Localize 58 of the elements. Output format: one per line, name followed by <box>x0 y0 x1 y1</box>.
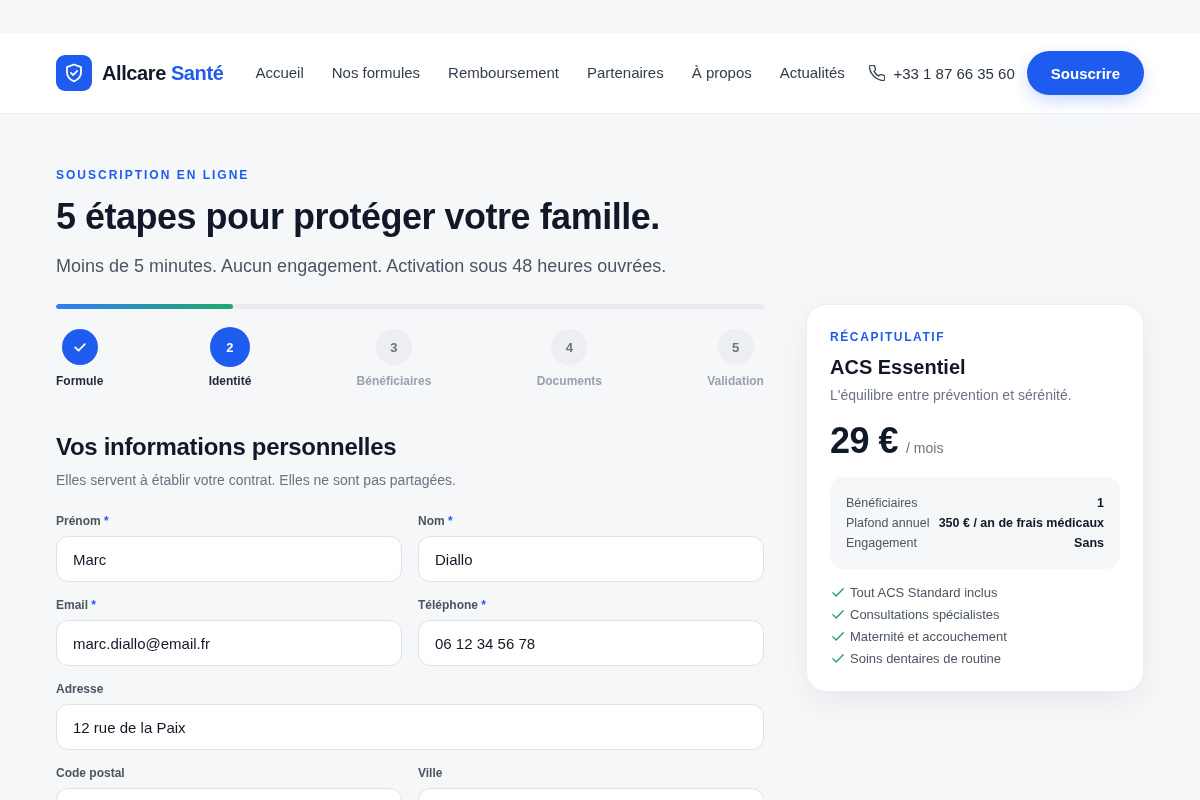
step-label: Identité <box>208 373 252 389</box>
step-label: Formule <box>56 373 104 389</box>
text-field[interactable]: Diallo <box>418 536 764 582</box>
detail-label: Bénéficiaires <box>846 495 918 512</box>
field-label: Nom * <box>418 513 453 529</box>
page-title: 5 étapes pour protéger votre famille. <box>56 195 660 239</box>
step-indicator[interactable]: 3 <box>375 329 412 365</box>
detail-value: Sans <box>1074 535 1104 552</box>
plan-name: ACS Essentiel <box>830 355 966 380</box>
subscribe-button[interactable]: Souscrire <box>1026 51 1144 95</box>
detail-value: 1 <box>1097 495 1104 512</box>
field-label: Code postal <box>56 765 125 781</box>
step-label: Bénéficiaires <box>356 373 432 389</box>
phone-icon <box>869 65 886 81</box>
step-label: Documents <box>536 373 602 389</box>
detail-label: Plafond annuel <box>846 515 930 532</box>
feature-item: Soins dentaires de routine <box>850 650 1002 666</box>
plan-price: 29 € <box>830 419 899 463</box>
step-indicator[interactable]: 2 <box>209 327 250 367</box>
field-label: Prénom * <box>56 513 109 529</box>
check-icon <box>832 631 844 641</box>
field-label: Ville <box>418 765 443 781</box>
brand-name-accent[interactable]: Santé <box>170 60 224 86</box>
check-icon[interactable] <box>61 329 98 365</box>
field-label: Email * <box>56 597 97 613</box>
nav-link[interactable]: Accueil <box>255 63 304 83</box>
nav-link[interactable]: Nos formules <box>331 63 421 83</box>
feature-item: Tout ACS Standard inclus <box>850 584 998 600</box>
field-label: Adresse <box>56 681 104 697</box>
detail-value: 350 € / an de frais médicaux <box>938 515 1104 532</box>
nav-link[interactable]: Actualités <box>779 63 845 83</box>
field-label: Téléphone * <box>418 597 487 613</box>
nav-link[interactable]: À propos <box>691 63 752 83</box>
eyebrow-label: SOUSCRIPTION EN LIGNE <box>56 167 250 183</box>
step-label: Validation <box>707 373 764 389</box>
brand-name[interactable]: Allcare <box>102 60 166 86</box>
step-indicator[interactable]: 5 <box>717 329 754 365</box>
card-eyebrow: RÉCAPITULATIF <box>830 329 946 345</box>
section-subtitle: Elles servent à établir votre contrat. Elles ne sont pas partagées. <box>56 471 456 490</box>
shield-check-icon[interactable] <box>56 55 92 91</box>
feature-item: Consultations spécialistes <box>850 606 1000 622</box>
text-field[interactable]: marc.diallo@email.fr <box>56 620 402 666</box>
check-icon <box>832 587 844 597</box>
section-title: Vos informations personnelles <box>56 432 397 462</box>
step-indicator[interactable]: 4 <box>551 329 588 365</box>
text-field[interactable]: 06 12 34 56 78 <box>418 620 764 666</box>
plan-tagline: L'équilibre entre prévention et sérénité. <box>830 386 1072 405</box>
text-field[interactable]: Marc <box>56 536 402 582</box>
check-icon <box>832 609 844 619</box>
check-icon <box>832 653 844 663</box>
nav-link[interactable]: Remboursement <box>448 63 559 83</box>
feature-item: Maternité et accouchement <box>850 628 1007 644</box>
detail-label: Engagement <box>846 535 917 552</box>
nav-link[interactable]: Partenaires <box>587 63 664 83</box>
phone-link[interactable]: +33 1 87 66 35 60 <box>893 64 1015 82</box>
price-period: / mois <box>906 439 944 458</box>
text-field[interactable]: 12 rue de la Paix <box>56 704 764 750</box>
page-subtitle: Moins de 5 minutes. Aucun engagement. Activation sous 48 heures ouvrées. <box>56 255 667 278</box>
